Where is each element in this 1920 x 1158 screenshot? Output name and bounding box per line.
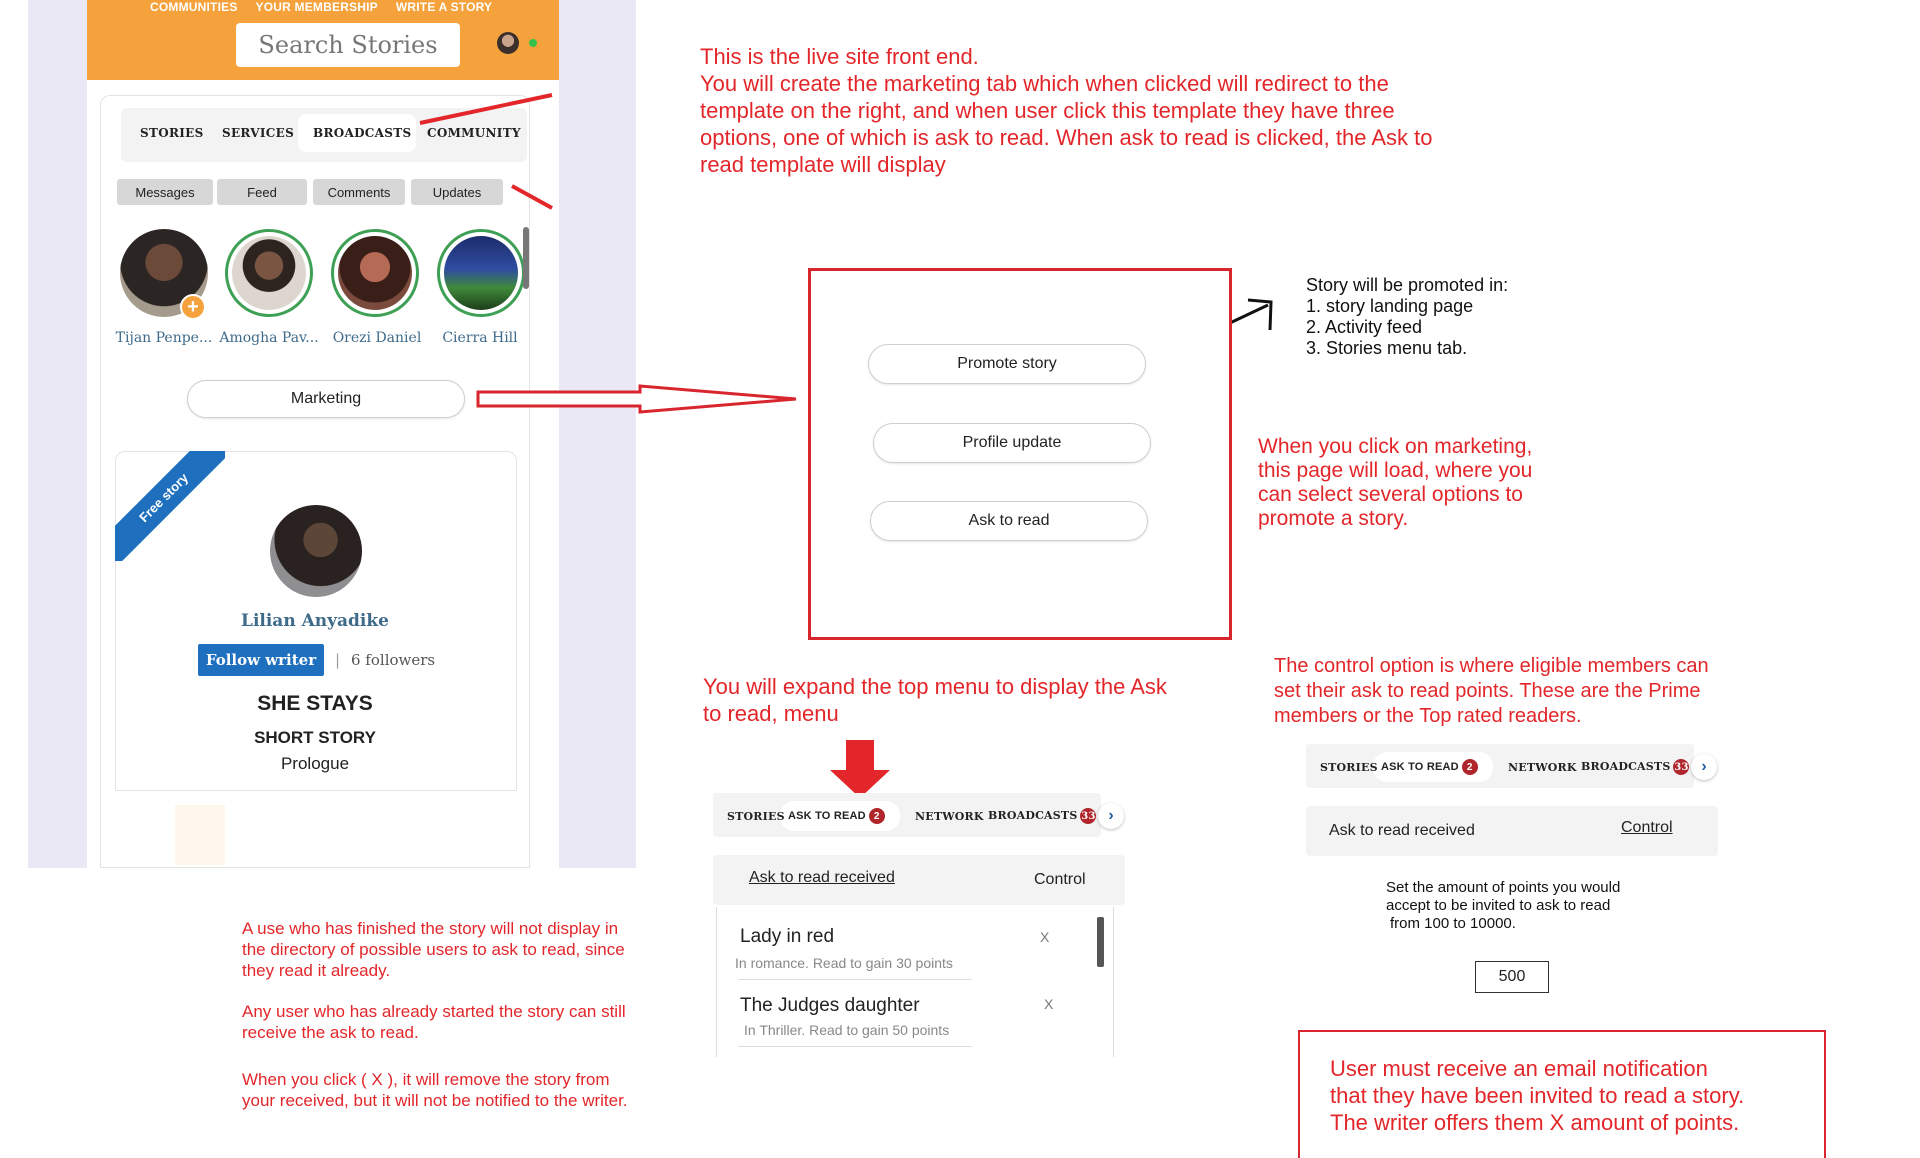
menu-tab-network[interactable]: NETWORK (915, 810, 984, 823)
list-item-title[interactable]: Lady in red (740, 926, 834, 948)
note-line: You will expand the top menu to display … (703, 674, 1167, 699)
note-line: read template will display (700, 152, 946, 177)
list-item-subtitle: In romance. Read to gain 30 points (735, 955, 953, 971)
note-line: they read it already. (242, 961, 391, 980)
note-remove-story: When you click ( X ), it will remove the… (242, 1069, 628, 1111)
ask-count-badge: 2 (868, 808, 885, 824)
note-line: Story will be promoted in: (1306, 275, 1509, 295)
note-line: members or the Top rated readers. (1274, 705, 1582, 727)
note-line: This is the live site front end. (700, 44, 979, 69)
note-finished-story: A use who has finished the story will no… (242, 918, 625, 981)
menu-tab-label: ASK TO READ (1381, 760, 1459, 773)
note-line: 2. Activity feed (1306, 317, 1423, 337)
note-line: template on the right, and when user cli… (700, 98, 1395, 123)
instruction-line: from 100 to 10000. (1390, 915, 1516, 932)
menu-tab-label: ASK TO READ (788, 809, 866, 822)
points-instructions: Set the amount of points you would accep… (1386, 879, 1620, 933)
menu-tab-label: BROADCASTS (988, 809, 1078, 822)
note-line: this page will load, where you (1258, 459, 1533, 482)
menu-tab-label: BROADCASTS (1581, 760, 1671, 773)
note-line: When you click ( X ), it will remove the… (242, 1070, 610, 1089)
note-line: The writer offers them X amount of point… (1330, 1110, 1740, 1135)
menu-tab-stories[interactable]: STORIES (727, 810, 785, 823)
arrow-line-to-tabs (419, 93, 553, 125)
control-link[interactable]: Control (1034, 871, 1086, 889)
remove-icon[interactable]: X (1040, 929, 1049, 945)
note-line: options, one of which is ask to read. Wh… (700, 125, 1433, 150)
menu-tab-network[interactable]: NETWORK (1508, 761, 1577, 774)
chevron-right-icon[interactable]: › (1691, 754, 1717, 780)
broadcast-count-badge: 33 (1673, 759, 1690, 775)
chevron-right-icon[interactable]: › (1098, 803, 1124, 829)
note-line: the directory of possible users to ask t… (242, 940, 625, 959)
list-divider (738, 979, 972, 980)
note-line: 3. Stories menu tab. (1306, 338, 1468, 358)
note-line: can select several options to (1258, 483, 1523, 506)
note-control-option: The control option is where eligible mem… (1274, 654, 1709, 729)
list-item-subtitle: In Thriller. Read to gain 50 points (744, 1022, 950, 1038)
note-line: promote a story. (1258, 507, 1409, 530)
note-line: set their ask to read points. These are … (1274, 680, 1701, 702)
list-divider (738, 1046, 972, 1047)
note-line: to read, menu (703, 701, 839, 726)
instruction-line: accept to be invited to ask to read (1386, 897, 1611, 914)
control-link[interactable]: Control (1621, 819, 1673, 837)
menu-tab-broadcasts[interactable]: BROADCASTS 33 (1581, 759, 1690, 775)
note-line: your received, but it will not be notifi… (242, 1091, 628, 1110)
remove-icon[interactable]: X (1044, 996, 1053, 1012)
menu-tab-ask-to-read[interactable]: ASK TO READ 2 (788, 808, 885, 824)
promote-story-button[interactable]: Promote story (868, 344, 1146, 384)
note-line: Any user who has already started the sto… (242, 1002, 626, 1021)
note-line: User must receive an email notification (1330, 1056, 1708, 1081)
ask-count-badge: 2 (1461, 759, 1478, 775)
arrow-down-to-menu (830, 740, 890, 798)
ask-received-link[interactable]: Ask to read received (1329, 822, 1475, 840)
menu-tab-stories[interactable]: STORIES (1320, 761, 1378, 774)
note-line: receive the ask to read. (242, 1023, 419, 1042)
note-promoted-in: Story will be promoted in: 1. story land… (1306, 275, 1508, 359)
arrow-line-to-updates (511, 184, 553, 210)
note-line: The control option is where eligible mem… (1274, 655, 1709, 677)
ask-to-read-button[interactable]: Ask to read (870, 501, 1148, 541)
arrow-to-template (476, 384, 797, 414)
note-line: A use who has finished the story will no… (242, 919, 619, 938)
broadcast-count-badge: 33 (1080, 808, 1097, 824)
note-expand-menu: You will expand the top menu to display … (703, 673, 1167, 727)
note-line: that they have been invited to read a st… (1330, 1083, 1745, 1108)
note-live-site: This is the live site front end. You wil… (700, 43, 1433, 178)
note-line: 1. story landing page (1306, 296, 1474, 316)
note-line: When you click on marketing, (1258, 435, 1533, 458)
menu-tab-ask-to-read[interactable]: ASK TO READ 2 (1381, 759, 1478, 775)
list-item-title[interactable]: The Judges daughter (740, 995, 920, 1017)
note-started-story: Any user who has already started the sto… (242, 1001, 626, 1043)
note-line: You will create the marketing tab which … (700, 71, 1389, 96)
ask-received-link[interactable]: Ask to read received (749, 869, 895, 887)
profile-update-button[interactable]: Profile update (873, 423, 1151, 463)
points-input[interactable]: 500 (1475, 961, 1549, 993)
note-marketing-click: When you click on marketing, this page w… (1258, 435, 1532, 531)
list-scrollbar[interactable] (1097, 917, 1104, 967)
menu-tab-broadcasts[interactable]: BROADCASTS 33 (988, 808, 1097, 824)
instruction-line: Set the amount of points you would (1386, 879, 1621, 896)
note-email-notification: User must receive an email notification … (1330, 1055, 1744, 1136)
